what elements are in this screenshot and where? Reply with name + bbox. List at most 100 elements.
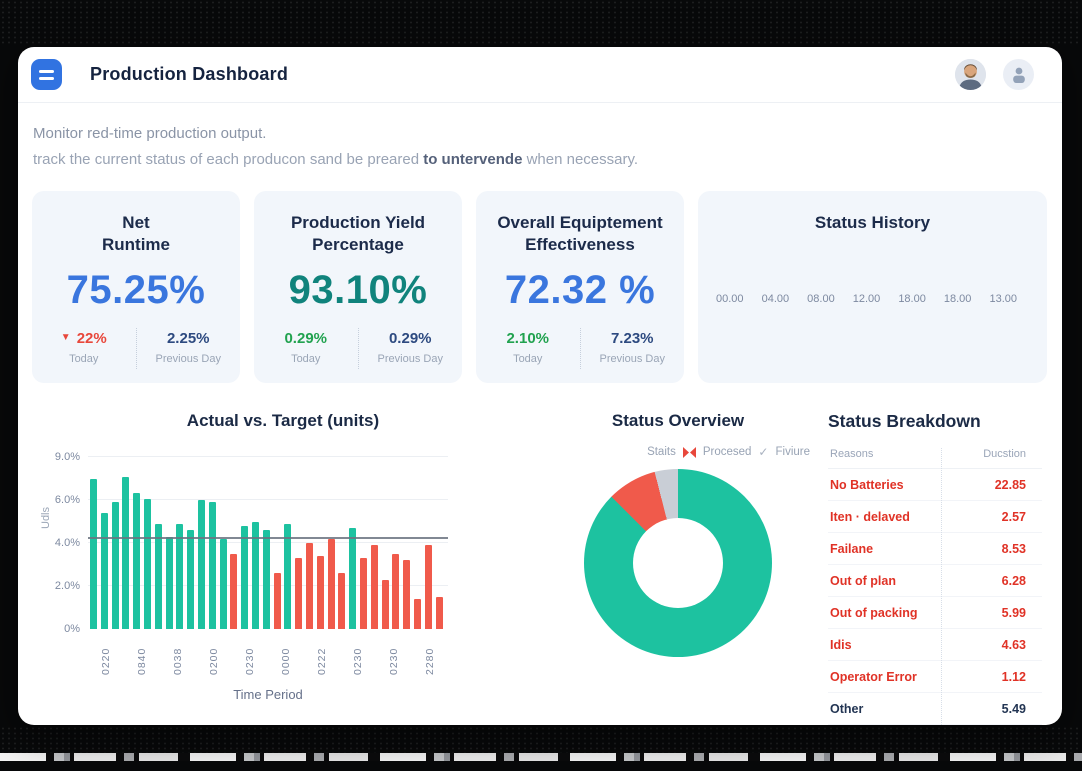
- timeline-tick: 13.00: [989, 293, 1017, 305]
- reason-cell: Idis: [830, 638, 933, 652]
- table-row: Iten · delaved2.57: [828, 501, 1042, 533]
- bar-red: [295, 558, 302, 629]
- kpi-today-delta: ▼ 22%: [61, 330, 107, 347]
- table-header: Reasons Ducstion: [828, 448, 1042, 469]
- bar-red: [317, 556, 324, 629]
- kpi-stats: 0.29% Today 0.29% Previous Day: [254, 328, 462, 369]
- reason-cell: Out of plan: [830, 574, 933, 588]
- avatar-photo-icon: [955, 59, 986, 90]
- table-row: No Batteries22.85: [828, 469, 1042, 501]
- legend-item-fiviure: Fiviure: [775, 446, 810, 458]
- kpi-prev-value: 2.25%: [167, 330, 210, 347]
- x-axis-tick: 0220: [100, 637, 112, 675]
- bar-green: [187, 530, 194, 629]
- header-actions: [955, 59, 1034, 90]
- bar-green: [112, 502, 119, 629]
- kpi-today-label: Today: [291, 353, 320, 365]
- reason-cell: Iten · delaved: [830, 510, 933, 524]
- bar-red: [338, 573, 345, 629]
- table-row: Out of packing5.99: [828, 597, 1042, 629]
- bar-chart-panel: Actual vs. Target (units) Udls 0%2.0%4.0…: [42, 411, 494, 725]
- intro-line-2: track the current status of each produco…: [33, 151, 1062, 168]
- y-axis-tick: 9.0%: [55, 451, 80, 463]
- kpi-title: Production Yield Percentage: [291, 212, 425, 257]
- kpi-prev-label: Previous Day: [378, 353, 443, 365]
- background-noise-top: [0, 0, 1082, 46]
- value-cell: 5.49: [933, 702, 1040, 716]
- x-axis-tick: 0038: [172, 637, 184, 675]
- timeline-tick: 18.00: [898, 293, 926, 305]
- hamburger-icon: [39, 70, 54, 73]
- bar-green: [284, 524, 291, 629]
- target-line: [88, 537, 448, 539]
- status-history-title: Status History: [815, 212, 930, 234]
- reason-cell: Failane: [830, 542, 933, 556]
- table-row: Out of plan6.28: [828, 565, 1042, 597]
- bar-green: [220, 539, 227, 629]
- table-row: Idis4.63: [828, 629, 1042, 661]
- bar-green: [122, 477, 129, 629]
- bar-chart-plot: 0%2.0%4.0%6.0%9.0%: [88, 457, 448, 629]
- reason-cell: Other: [830, 702, 933, 716]
- kpi-title: Overall Equiptement Effectiveness: [497, 212, 662, 257]
- bar-red: [274, 573, 281, 629]
- x-axis-tick: 0230: [352, 637, 364, 675]
- bar-red: [371, 545, 378, 629]
- table-body: No Batteries22.85Iten · delaved2.57Faila…: [828, 469, 1042, 725]
- user-avatar[interactable]: [955, 59, 986, 90]
- kpi-title: Net Runtime: [102, 212, 170, 257]
- check-icon: ✓: [758, 445, 768, 459]
- reason-cell: Operator Error: [830, 670, 933, 684]
- kpi-cards-row: Net Runtime 75.25% ▼ 22% Today 2.25% Pre…: [32, 191, 1047, 383]
- y-axis-tick: 0%: [64, 623, 80, 635]
- y-axis-tick: 4.0%: [55, 537, 80, 549]
- kpi-card-oee: Overall Equiptement Effectiveness 72.32 …: [476, 191, 684, 383]
- bar-green: [101, 513, 108, 629]
- value-cell: 8.53: [933, 542, 1040, 556]
- bar-green: [176, 524, 183, 629]
- y-axis-tick: 2.0%: [55, 580, 80, 592]
- menu-button[interactable]: [31, 59, 62, 90]
- kpi-prev-label: Previous Day: [600, 353, 665, 365]
- bar-green: [263, 530, 270, 629]
- timeline-tick: 18.00: [944, 293, 972, 305]
- bar-green: [144, 499, 151, 629]
- x-axis-tick: 0222: [316, 637, 328, 675]
- bar-red: [414, 599, 421, 629]
- bars-container: [90, 457, 443, 629]
- legend-item-procesed: Procesed: [703, 446, 752, 458]
- donut-chart: [584, 469, 772, 657]
- bar-green: [349, 528, 356, 629]
- bar-green: [198, 500, 205, 629]
- donut-title: Status Overview: [528, 411, 828, 431]
- account-button[interactable]: [1003, 59, 1034, 90]
- table-row: Other5.49: [828, 693, 1042, 725]
- kpi-today-label: Today: [69, 353, 98, 365]
- bar-red: [382, 580, 389, 629]
- donut-legend: Staits Procesed ✓ Fiviure: [528, 445, 810, 459]
- timeline-tick: 00.00: [716, 293, 744, 305]
- kpi-today-delta: 0.29%: [284, 330, 327, 347]
- donut-hole: [633, 518, 723, 608]
- donut-panel: Status Overview Staits Procesed ✓ Fiviur…: [494, 411, 828, 725]
- kpi-value: 72.32 %: [505, 268, 655, 313]
- bar-red: [392, 554, 399, 629]
- y-axis-label: Udls: [40, 507, 52, 529]
- table-row: Operator Error1.12: [828, 661, 1042, 693]
- person-icon: [1012, 67, 1026, 83]
- kpi-today-delta: 2.10%: [506, 330, 549, 347]
- x-axis-tick: 2280: [424, 637, 436, 675]
- kpi-stats: ▼ 22% Today 2.25% Previous Day: [32, 328, 240, 369]
- kpi-value: 75.25%: [67, 268, 206, 313]
- x-axis-tick: 0200: [208, 637, 220, 675]
- bar-green: [133, 493, 140, 629]
- status-breakdown-panel: Status Breakdown Reasons Ducstion No Bat…: [828, 411, 1042, 725]
- table-row: Failane8.53: [828, 533, 1042, 565]
- value-cell: 2.57: [933, 510, 1040, 524]
- bar-chart-title: Actual vs. Target (units): [72, 411, 494, 431]
- value-cell: 6.28: [933, 574, 1040, 588]
- kpi-card-production-yield: Production Yield Percentage 93.10% 0.29%…: [254, 191, 462, 383]
- column-ducstion: Ducstion: [933, 448, 1040, 460]
- timeline-tick: 12.00: [853, 293, 881, 305]
- bar-green: [166, 537, 173, 629]
